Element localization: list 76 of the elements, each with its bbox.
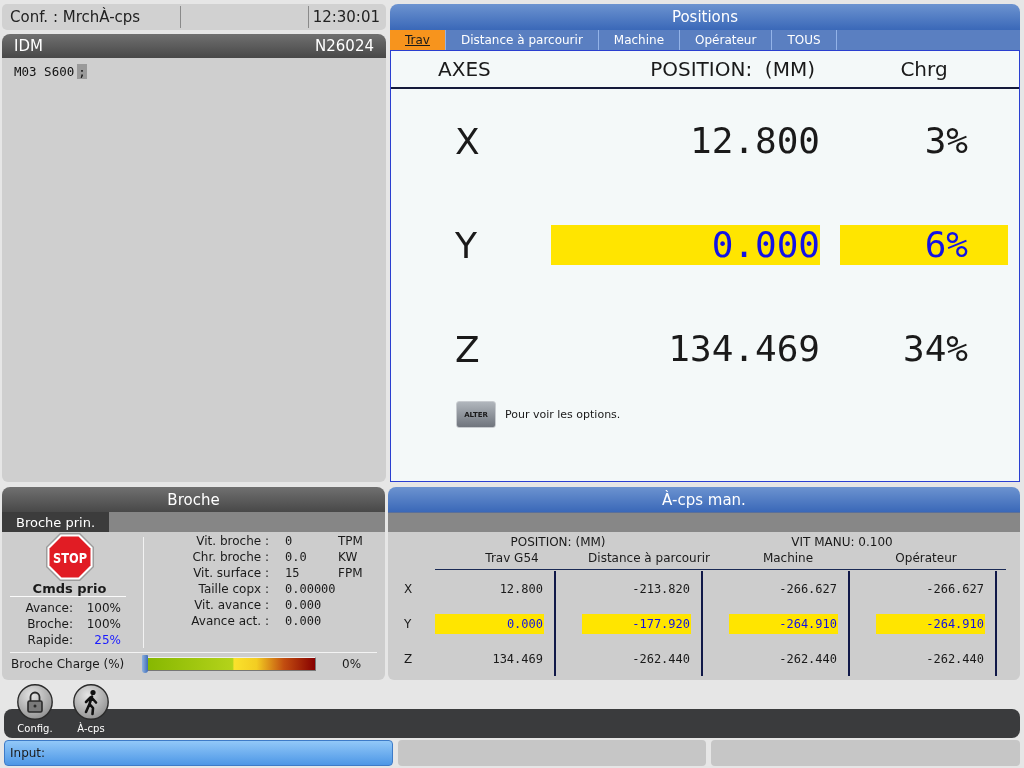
jog-value: -262.440 xyxy=(778,650,838,668)
position-value: 0.000 xyxy=(551,225,820,265)
axis-label: X xyxy=(403,581,414,596)
tab[interactable]: Trav xyxy=(390,30,446,50)
column-header: AXES xyxy=(437,57,492,81)
column-header: POSITION: (MM) xyxy=(649,57,816,81)
override-value: 100% xyxy=(85,617,121,631)
column-header: Trav G54 xyxy=(484,551,540,565)
block-number: N26024 xyxy=(315,37,374,55)
overrides-title: Cmds prio xyxy=(32,581,107,596)
jog-value: 134.469 xyxy=(491,650,544,668)
readout-value: 15 xyxy=(284,566,301,580)
override-value: 100% xyxy=(85,601,121,615)
position-value: 12.800 xyxy=(688,121,820,161)
tab[interactable]: Broche prin. xyxy=(2,512,110,532)
load-label: Broche Charge (%) xyxy=(11,657,126,671)
readout-value: 0 xyxy=(284,534,294,548)
jog-value: -264.910 xyxy=(876,613,985,634)
readout-label: Chr. broche : xyxy=(191,550,269,564)
load-value: 3% xyxy=(923,121,969,161)
column-header: Chrg xyxy=(899,57,949,81)
override-label: Rapide: xyxy=(26,633,73,647)
jog-value: -262.440 xyxy=(925,650,985,668)
readout-value: 0.0 xyxy=(284,550,308,564)
override-value: 25% xyxy=(93,633,121,647)
panel-header: Broche xyxy=(2,487,385,512)
readout-unit: KW xyxy=(338,550,359,564)
panel-header: À-cps man. xyxy=(388,487,1020,512)
lock-icon xyxy=(17,684,53,720)
axis-label: X xyxy=(454,120,481,162)
program-line: M03 S600 xyxy=(14,64,75,79)
jog-rate: VIT MANU: 0.100 xyxy=(790,535,894,549)
readout-label: Vit. broche : xyxy=(195,534,269,548)
readout-value: 0.000 xyxy=(284,598,323,612)
jog-value: -266.627 xyxy=(925,580,985,598)
jog-value: -264.910 xyxy=(729,613,838,634)
text-cursor: ; xyxy=(77,64,87,79)
readout-value: 0.00000 xyxy=(284,582,337,596)
readout-value: 0.000 xyxy=(284,614,323,628)
jog-value: -266.627 xyxy=(778,580,838,598)
panel-title: IDM xyxy=(14,37,43,55)
hint-text: Pour voir les options. xyxy=(505,408,621,421)
walking-person-icon xyxy=(73,684,109,720)
jog-value: -177.920 xyxy=(582,613,691,634)
override-label: Broche: xyxy=(26,617,73,631)
override-label: Avance: xyxy=(24,601,73,615)
panel-header: Positions xyxy=(390,4,1020,30)
readout-label: Vit. avance : xyxy=(193,598,269,612)
axis-label: Z xyxy=(403,651,414,666)
input-field[interactable]: Input: xyxy=(4,740,393,766)
mdi-editor[interactable]: M03 S600 ; xyxy=(2,58,386,482)
axis-label: Z xyxy=(454,328,481,370)
mode-label: Conf. : MrchÀ-cps xyxy=(2,6,181,28)
position-caption: POSITION: (MM) xyxy=(509,535,607,549)
readout-label: Taille copx : xyxy=(197,582,269,596)
jog-value: -213.820 xyxy=(631,580,691,598)
load-value: 6% xyxy=(840,225,1008,265)
column-header: Opérateur xyxy=(894,551,958,565)
jog-value: -262.440 xyxy=(631,650,691,668)
stop-sign-icon: STOP xyxy=(45,533,94,581)
readout-label: Vit. surface : xyxy=(192,566,269,580)
tool-button[interactable]: Config. xyxy=(7,684,63,738)
load-reading: 0% xyxy=(342,657,362,671)
readout-unit: FPM xyxy=(338,566,363,580)
column-header: Machine xyxy=(761,551,815,565)
position-value: 134.469 xyxy=(667,329,820,369)
jog-value: 12.800 xyxy=(498,580,544,598)
clock: 12:30:01 xyxy=(307,6,386,28)
jog-value: 0.000 xyxy=(435,613,544,634)
load-value: 34% xyxy=(901,329,969,369)
axis-label: Y xyxy=(454,224,478,266)
readout-unit: TPM xyxy=(338,534,363,548)
axis-label: Y xyxy=(403,616,413,631)
tool-button[interactable]: À-cps xyxy=(63,684,119,738)
column-header: Distance à parcourir xyxy=(587,551,711,565)
readout-label: Avance act. : xyxy=(190,614,269,628)
